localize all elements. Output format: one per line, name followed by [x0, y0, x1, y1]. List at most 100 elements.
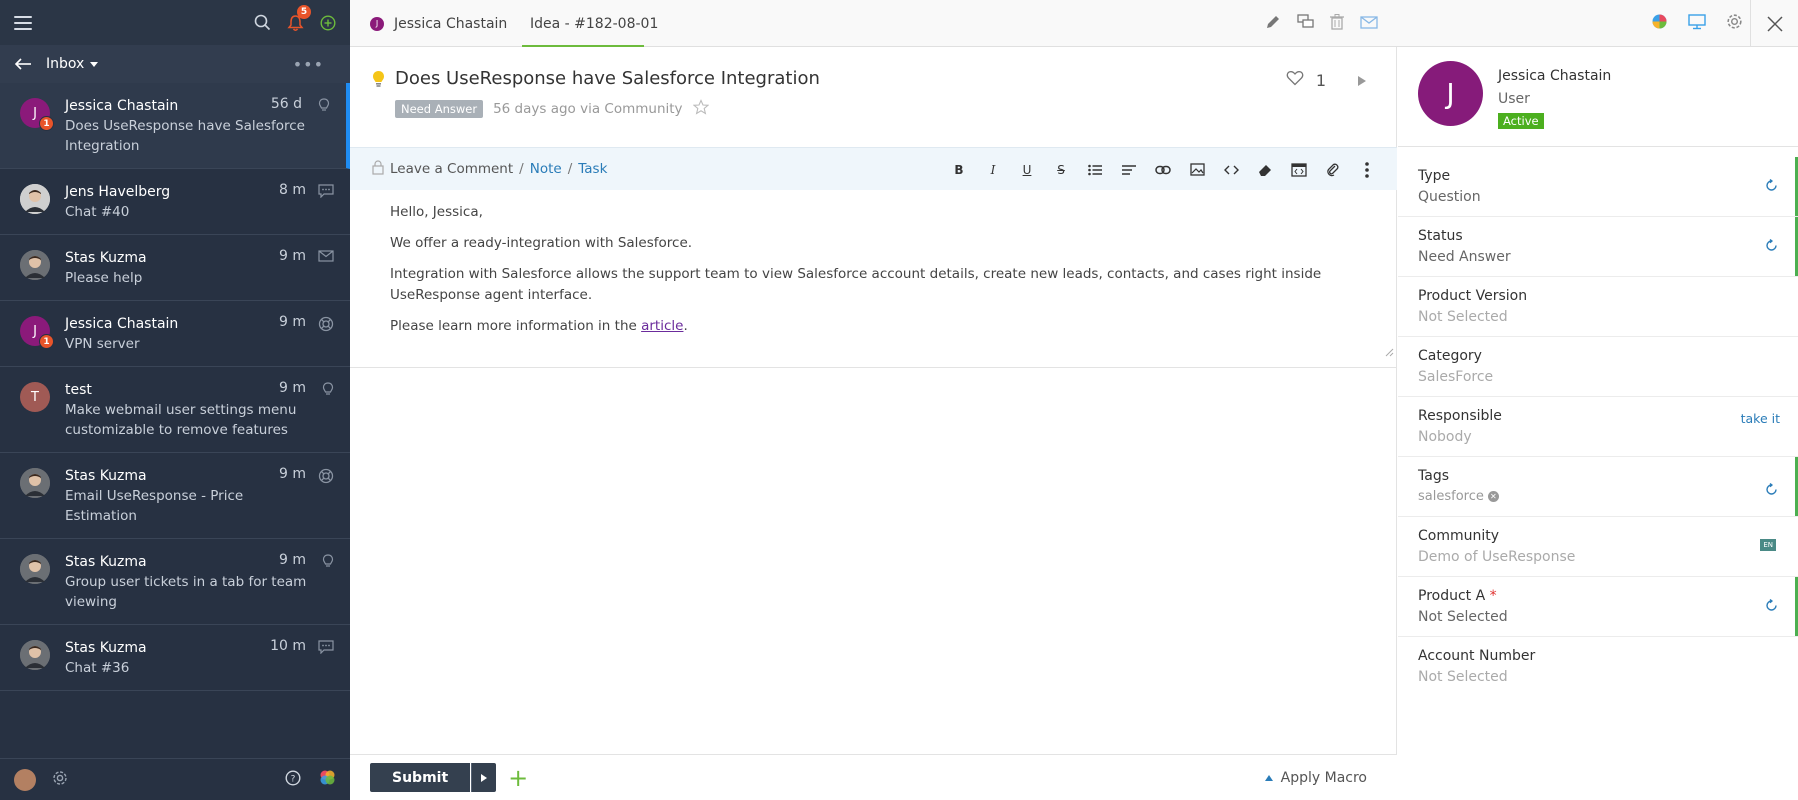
- comment-editor[interactable]: Hello, Jessica, We offer a ready-integra…: [350, 190, 1397, 368]
- code-icon[interactable]: [1221, 160, 1241, 180]
- field-tags[interactable]: Tags salesforce ✕: [1398, 457, 1798, 517]
- avatar: J1: [20, 98, 54, 131]
- back-arrow-icon[interactable]: [14, 58, 32, 70]
- field-label: Status: [1418, 228, 1463, 244]
- current-user-avatar[interactable]: [14, 768, 36, 791]
- remove-tag-icon[interactable]: ✕: [1487, 491, 1499, 502]
- star-icon[interactable]: [692, 99, 709, 119]
- field-category[interactable]: Category SalesForce: [1398, 337, 1798, 397]
- edit-pencil-icon[interactable]: [1265, 14, 1281, 34]
- monitor-icon[interactable]: [1688, 13, 1706, 34]
- more-options-icon[interactable]: •••: [293, 55, 324, 74]
- italic-icon[interactable]: I: [983, 160, 1003, 180]
- field-type[interactable]: Type Question: [1398, 157, 1798, 217]
- resize-handle-icon[interactable]: [1385, 343, 1394, 364]
- submit-button[interactable]: Submit: [370, 763, 471, 792]
- notifications-count: 5: [297, 4, 311, 19]
- conversation-item[interactable]: Stas Kuzma Chat #36 10 m: [0, 625, 350, 691]
- conversation-preview: VPN server: [65, 336, 140, 352]
- field-value: Not Selected: [1418, 609, 1508, 625]
- status-badge[interactable]: Need Answer: [395, 100, 484, 118]
- article-link[interactable]: article: [641, 318, 683, 334]
- take-it-link[interactable]: take it: [1741, 411, 1780, 426]
- strikethrough-icon[interactable]: S: [1051, 160, 1071, 180]
- conversation-time: 9 m: [279, 552, 306, 568]
- merge-chat-icon[interactable]: [1297, 14, 1314, 33]
- conversation-preview: Chat #40: [65, 204, 130, 220]
- delete-trash-icon[interactable]: [1330, 13, 1344, 34]
- user-profile: J Jessica Chastain User Active: [1398, 47, 1798, 147]
- add-plus-icon[interactable]: +: [508, 766, 528, 790]
- refresh-icon[interactable]: [1765, 237, 1778, 256]
- refresh-icon[interactable]: [1765, 177, 1778, 196]
- ticket-header: Does UseResponse have Salesforce Integra…: [350, 47, 1396, 147]
- tab-idea[interactable]: Idea - #182-08-01: [522, 0, 661, 47]
- search-icon[interactable]: [254, 14, 271, 31]
- refresh-icon[interactable]: [1765, 481, 1778, 500]
- add-circle-icon[interactable]: [320, 14, 336, 31]
- next-arrow-icon[interactable]: [1358, 71, 1366, 90]
- apps-colorful-icon[interactable]: [319, 769, 336, 790]
- conversation-item[interactable]: J 1 Jessica Chastain VPN server 9 m: [0, 301, 350, 367]
- underline-icon[interactable]: U: [1017, 160, 1037, 180]
- caret-down-icon: [90, 61, 99, 67]
- avatar: J1: [20, 316, 54, 349]
- conversation-preview: Does UseResponse have Salesforce Integra…: [65, 118, 305, 154]
- menu-icon[interactable]: [14, 15, 32, 30]
- link-icon[interactable]: [1153, 160, 1173, 180]
- profile-name[interactable]: Jessica Chastain: [1498, 68, 1611, 84]
- editor-paragraph: Integration with Salesforce allows the s…: [390, 266, 1322, 303]
- required-marker: *: [1489, 588, 1497, 604]
- attachment-icon[interactable]: [1323, 160, 1343, 180]
- settings-gear-icon[interactable]: [1726, 13, 1743, 34]
- field-product-version[interactable]: Product Version Not Selected: [1398, 277, 1798, 337]
- bullet-list-icon[interactable]: [1085, 160, 1105, 180]
- conversation-item[interactable]: Stas Kuzma Email UseResponse - Price Esti…: [0, 453, 350, 539]
- conversation-item[interactable]: Stas Kuzma Group user tickets in a tab fo…: [0, 539, 350, 625]
- unread-badge: 1: [39, 334, 54, 349]
- pie-chart-icon[interactable]: [1651, 13, 1668, 34]
- svg-text:?: ?: [291, 774, 296, 784]
- refresh-icon[interactable]: [1765, 597, 1778, 616]
- image-icon[interactable]: [1187, 160, 1207, 180]
- field-label: Product Version: [1418, 288, 1528, 304]
- avatar: [20, 250, 50, 280]
- submit-options-button[interactable]: [471, 763, 497, 792]
- inbox-dropdown[interactable]: Inbox: [46, 56, 99, 72]
- leave-comment-mode[interactable]: Leave a Comment: [390, 161, 513, 177]
- heart-icon[interactable]: [1286, 70, 1304, 90]
- eraser-icon[interactable]: [1255, 160, 1275, 180]
- field-label: Product A *: [1418, 587, 1778, 605]
- field-status[interactable]: Status Need Answer: [1398, 217, 1798, 277]
- email-envelope-icon[interactable]: [1360, 14, 1378, 33]
- field-responsible[interactable]: Responsible Nobody take it: [1398, 397, 1798, 457]
- avatar[interactable]: J: [1418, 61, 1483, 126]
- conversation-author: Jessica Chastain: [65, 316, 179, 332]
- close-panel-button[interactable]: [1750, 0, 1798, 47]
- conversation-time: 9 m: [279, 466, 306, 482]
- field-product-a[interactable]: Product A * Not Selected: [1398, 577, 1798, 637]
- conversation-item[interactable]: Ttest Make webmail user settings menu cus…: [0, 367, 350, 453]
- note-mode[interactable]: Note: [530, 161, 562, 177]
- settings-gear-icon[interactable]: [52, 770, 68, 790]
- more-vertical-icon[interactable]: [1357, 160, 1377, 180]
- field-account-number[interactable]: Account Number Not Selected: [1398, 637, 1798, 697]
- conversation-author: Stas Kuzma: [65, 554, 147, 570]
- apply-macro-button[interactable]: Apply Macro: [1264, 755, 1367, 800]
- conversation-item[interactable]: Jens Havelberg Chat #40 8 m: [0, 169, 350, 235]
- idea-tab-label: Idea - #182-08-01: [530, 15, 659, 32]
- align-icon[interactable]: [1119, 160, 1139, 180]
- help-icon[interactable]: ?: [285, 769, 301, 790]
- conversation-item[interactable]: J 1 Jessica Chastain Does UseResponse have …: [0, 83, 350, 169]
- task-mode[interactable]: Task: [578, 161, 607, 177]
- ticket-fields: Type Question Status Need Answer Product…: [1398, 157, 1798, 697]
- bulb-icon: [322, 554, 334, 569]
- html-source-icon[interactable]: [1289, 160, 1309, 180]
- editor-text: .: [683, 318, 688, 334]
- notifications-bell-icon[interactable]: 5: [287, 4, 311, 32]
- conversation-item[interactable]: Stas Kuzma Please help 9 m: [0, 235, 350, 301]
- bold-icon[interactable]: B: [949, 160, 969, 180]
- field-community[interactable]: Community Demo of UseResponse EN: [1398, 517, 1798, 577]
- field-label-text: Product A: [1418, 588, 1486, 604]
- tab-user[interactable]: J Jessica Chastain: [370, 0, 507, 47]
